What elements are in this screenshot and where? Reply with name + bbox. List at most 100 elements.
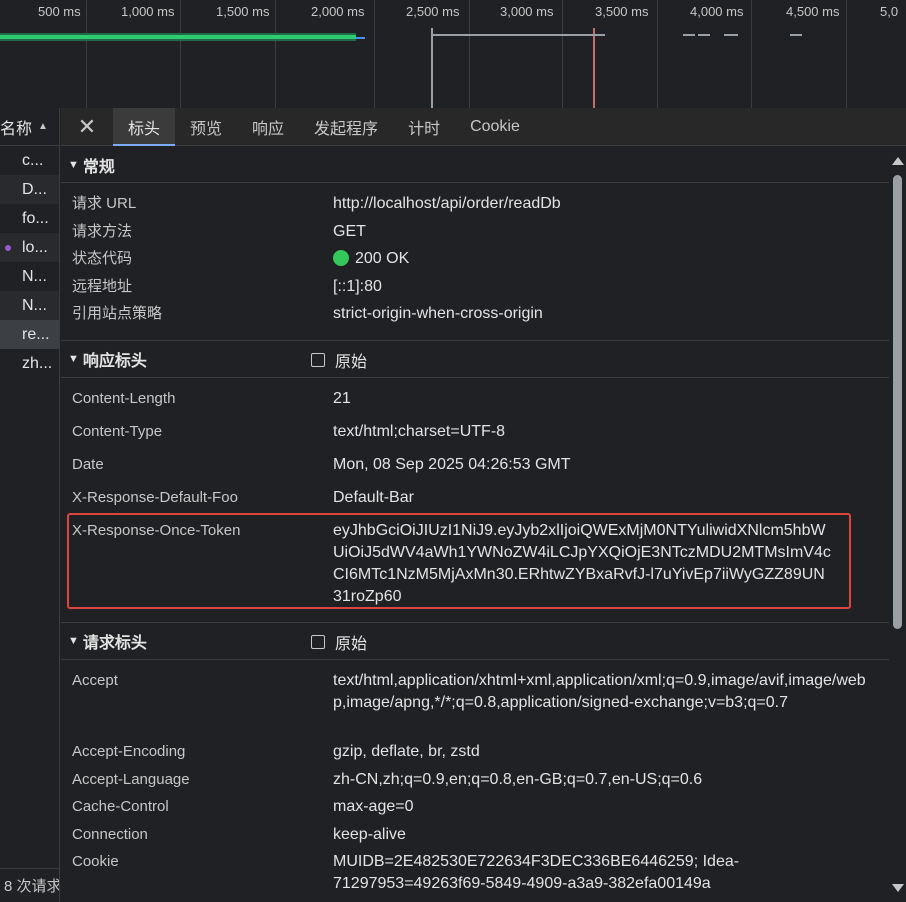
tab-response[interactable]: 响应 <box>237 108 299 145</box>
header-value[interactable]: http://localhost/api/order/readDb <box>333 193 868 221</box>
header-row: Connection keep-alive <box>61 824 889 851</box>
request-headers-section-header[interactable]: ▼ 请求标头 原始 <box>61 621 889 661</box>
response-headers-section-header[interactable]: ▼ 响应标头 原始 <box>61 339 889 379</box>
timeline-marker-line <box>431 28 433 108</box>
header-value[interactable]: Default-Bar <box>333 487 868 520</box>
scrollbar-thumb[interactable] <box>893 175 902 629</box>
header-key: Connection <box>72 825 148 843</box>
header-value[interactable]: zh-CN,zh;q=0.9,en;q=0.8,en-GB;q=0.7,en-U… <box>333 769 868 796</box>
timeline-overview[interactable]: 500 ms 1,000 ms 1,500 ms 2,000 ms 2,500 … <box>0 0 906 108</box>
close-icon[interactable]: ✕ <box>61 108 113 145</box>
request-name: re... <box>22 325 50 343</box>
header-row: 远程地址 [::1]:80 <box>61 276 889 304</box>
status-code-text: 200 OK <box>355 250 410 267</box>
response-headers-section: Content-Length 21 Content-Type text/html… <box>61 378 889 622</box>
header-value[interactable]: MUIDB=2E482530E722634F3DEC336BE6446259; … <box>333 851 868 901</box>
tab-headers[interactable]: 标头 <box>113 108 176 146</box>
timeline-request-bar <box>683 34 695 36</box>
header-value[interactable]: text/html,application/xhtml+xml,applicat… <box>333 670 868 741</box>
timeline-tick-label: 4,000 ms <box>690 4 744 19</box>
websocket-icon <box>5 245 11 251</box>
timeline-request-bar <box>698 34 710 36</box>
header-row: Content-Length 21 <box>61 388 889 421</box>
timeline-request-bar <box>790 34 802 36</box>
scroll-up-icon[interactable] <box>892 157 904 165</box>
tab-initiator[interactable]: 发起程序 <box>299 108 393 145</box>
header-value[interactable]: strict-origin-when-cross-origin <box>333 303 868 331</box>
header-value[interactable]: keep-alive <box>333 824 868 851</box>
header-row-once-token: X-Response-Once-Token eyJhbGciOiJIUzI1Ni… <box>61 520 889 612</box>
timeline-tick-label: 3,000 ms <box>500 4 554 19</box>
tab-timing[interactable]: 计时 <box>393 108 455 145</box>
header-row: Content-Type text/html;charset=UTF-8 <box>61 421 889 454</box>
header-row: Accept-Encoding gzip, deflate, br, zstd <box>61 741 889 769</box>
header-value[interactable]: Mon, 08 Sep 2025 04:26:53 GMT <box>333 454 868 487</box>
general-section-header[interactable]: ▼ 常规 <box>61 147 889 183</box>
header-key: Content-Length <box>72 389 176 407</box>
header-row: Accept text/html,application/xhtml+xml,a… <box>61 670 889 741</box>
header-key: X-Response-Default-Foo <box>72 488 238 506</box>
timeline-tick-label: 4,500 ms <box>786 4 840 19</box>
timeline-request-bar <box>0 33 356 41</box>
raw-label: 原始 <box>335 635 368 653</box>
tab-cookies[interactable]: Cookie <box>455 108 535 145</box>
header-value[interactable]: eyJhbGciOiJIUzI1NiJ9.eyJyb2xlIjoiQWExMjM… <box>333 520 833 612</box>
header-value[interactable]: GET <box>333 221 868 249</box>
timeline-gridline <box>469 0 470 108</box>
timeline-marker-line <box>593 28 595 108</box>
header-row: Accept-Language zh-CN,zh;q=0.9,en;q=0.8,… <box>61 769 889 796</box>
headers-panel: ▼ 常规 请求 URL http://localhost/api/order/r… <box>61 147 889 902</box>
general-section: 请求 URL http://localhost/api/order/readDb… <box>61 183 889 340</box>
timeline-gridline <box>562 0 563 108</box>
raw-toggle[interactable]: 原始 <box>311 341 367 379</box>
timeline-request-bar <box>724 34 738 36</box>
request-count-status: 8 次请求 <box>0 868 59 902</box>
request-row[interactable]: N... <box>0 262 59 291</box>
timeline-tick-label: 5,0 <box>880 4 899 19</box>
raw-checkbox[interactable] <box>311 352 325 367</box>
raw-toggle[interactable]: 原始 <box>311 623 367 661</box>
request-row[interactable]: c... <box>0 146 59 175</box>
header-row: 状态代码 200 OK <box>61 248 889 276</box>
request-name: lo... <box>22 238 48 256</box>
header-key: Content-Type <box>72 422 163 440</box>
header-key: 状态代码 <box>72 250 133 267</box>
header-value[interactable]: 21 <box>333 388 868 421</box>
header-value[interactable]: gzip, deflate, br, zstd <box>333 741 868 769</box>
header-key: Cache-Control <box>72 797 169 815</box>
header-value[interactable]: [::1]:80 <box>333 276 868 304</box>
request-list: 名称 ▲ c... D... fo... lo... N... N... re.… <box>0 108 60 902</box>
request-row[interactable]: D... <box>0 175 59 204</box>
request-row-selected[interactable]: re... <box>0 320 59 349</box>
tab-preview[interactable]: 预览 <box>175 108 237 145</box>
status-code-value[interactable]: 200 OK <box>333 248 868 276</box>
header-row: Cookie MUIDB=2E482530E722634F3DEC336BE64… <box>61 851 889 901</box>
timeline-gridline <box>751 0 752 108</box>
timeline-tick-label: 1,500 ms <box>216 4 270 19</box>
request-name: c... <box>22 151 44 169</box>
timeline-gridline <box>180 0 181 108</box>
request-row[interactable]: fo... <box>0 204 59 233</box>
request-row[interactable]: lo... <box>0 233 59 262</box>
request-name: zh... <box>22 354 53 372</box>
raw-checkbox[interactable] <box>311 634 325 649</box>
timeline-request-bar <box>433 34 605 36</box>
header-value[interactable]: text/html;charset=UTF-8 <box>333 421 868 454</box>
section-title: 常规 <box>82 158 115 176</box>
section-title: 请求标头 <box>82 634 147 652</box>
header-value[interactable]: max-age=0 <box>333 796 868 824</box>
name-column-header[interactable]: 名称 ▲ <box>0 108 59 146</box>
scroll-down-icon[interactable] <box>892 884 904 892</box>
timeline-gridline <box>374 0 375 108</box>
request-row[interactable]: zh... <box>0 349 59 378</box>
request-row[interactable]: N... <box>0 291 59 320</box>
details-scrollbar[interactable] <box>889 147 906 902</box>
expand-triangle-icon: ▼ <box>68 158 79 171</box>
header-key: 远程地址 <box>72 277 133 295</box>
header-key: X-Response-Once-Token <box>72 521 241 539</box>
header-row: 请求方法 GET <box>61 221 889 249</box>
header-row: X-Response-Default-Foo Default-Bar <box>61 487 889 520</box>
status-ok-icon <box>333 250 349 266</box>
timeline-tick-label: 500 ms <box>38 4 81 19</box>
timeline-gridline <box>275 0 276 108</box>
